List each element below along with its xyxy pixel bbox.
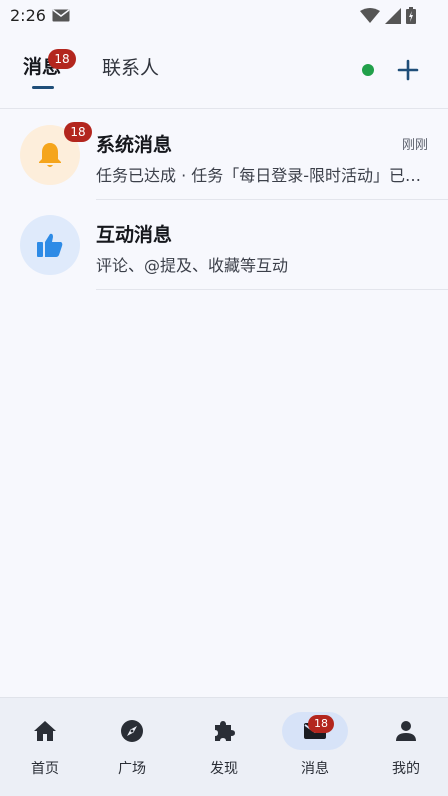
person-icon	[396, 721, 416, 741]
conversation-time: 刚刚	[401, 138, 428, 153]
wifi-icon	[360, 7, 380, 23]
list-item-interaction-messages[interactable]: 互动消息 评论、@提及、收藏等互动	[0, 200, 448, 290]
battery-icon	[406, 7, 416, 24]
avatar	[20, 215, 80, 275]
add-icon[interactable]	[394, 56, 422, 84]
header: 消息 18 联系人	[0, 38, 448, 108]
status-icons	[360, 7, 416, 24]
bell-icon	[39, 143, 61, 167]
nav-label: 消息	[301, 761, 329, 777]
list-item-system-messages[interactable]: 18 系统消息 刚刚 任务已达成 · 任务「每日登录-限时活动」已完成	[0, 110, 448, 200]
unread-badge: 18	[64, 122, 92, 142]
home-icon	[34, 721, 56, 741]
list-divider	[96, 289, 448, 290]
nav-label: 广场	[118, 761, 146, 777]
conversation-preview: 评论、@提及、收藏等互动	[96, 256, 289, 275]
tab-contacts[interactable]: 联系人	[102, 53, 159, 80]
online-status-icon	[362, 64, 374, 76]
nav-label: 我的	[392, 761, 420, 777]
nav-messages[interactable]: 18 消息	[270, 698, 360, 796]
nav-messages-badge: 18	[308, 715, 334, 733]
thumbs-up-icon	[37, 233, 63, 257]
signal-icon	[385, 7, 401, 24]
puzzle-icon	[215, 721, 235, 741]
conversation-title: 系统消息	[96, 134, 173, 156]
active-tab-indicator	[32, 86, 54, 89]
conversation-preview: 任务已达成 · 任务「每日登录-限时活动」已完成	[96, 166, 432, 185]
nav-discover[interactable]: 发现	[179, 698, 269, 796]
nav-square[interactable]: 广场	[87, 698, 177, 796]
nav-home[interactable]: 首页	[0, 698, 90, 796]
tab-messages-badge: 18	[48, 49, 76, 69]
status-time: 2:26	[10, 6, 46, 25]
bottom-nav: 首页 广场 发现 18 消息 我的	[0, 697, 448, 796]
nav-profile[interactable]: 我的	[361, 698, 448, 796]
nav-label: 发现	[210, 761, 238, 777]
conversation-title: 互动消息	[96, 224, 173, 246]
header-divider	[0, 108, 448, 109]
nav-label: 首页	[31, 761, 59, 777]
status-bar: 2:26	[0, 0, 448, 32]
compass-icon	[121, 720, 143, 742]
messages-screen: 2:26 消息 18 联系人 18 系统消息 刚刚 任务已达成 · 任务「每日登…	[0, 0, 448, 796]
mail-icon	[52, 9, 70, 22]
